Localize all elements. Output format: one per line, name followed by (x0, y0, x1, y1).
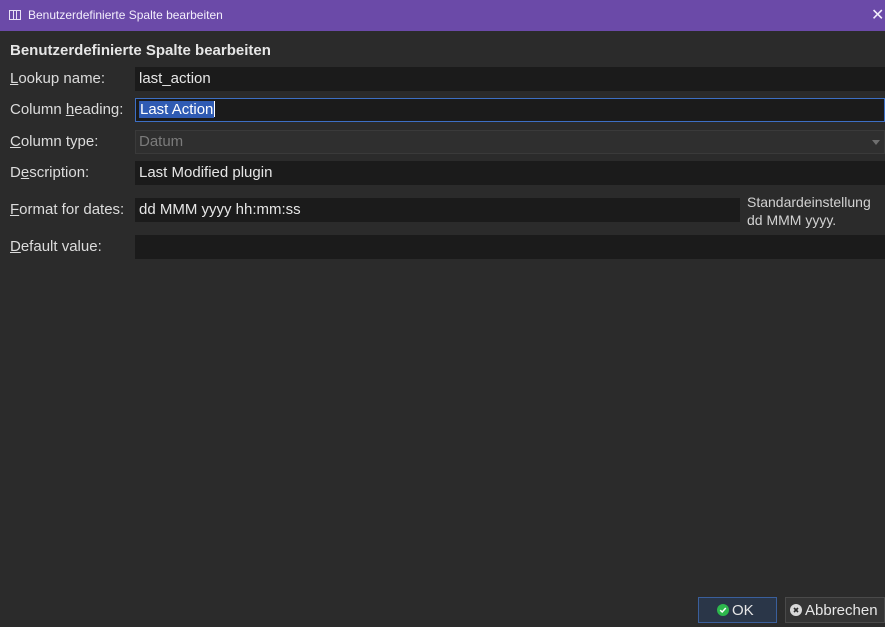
cancel-button-label: Abbrechen (805, 601, 878, 619)
column-type-select[interactable]: Datum (135, 130, 885, 154)
default-value-label: Default value: (10, 238, 102, 255)
column-heading-input[interactable]: Last Action (135, 98, 885, 122)
default-value-input[interactable] (135, 235, 885, 259)
chevron-down-icon (872, 140, 880, 145)
format-hint-line2: dd MMM yyyy. (747, 212, 837, 228)
format-hint: Standardeinstellung dd MMM yyyy. (747, 193, 871, 229)
close-button[interactable]: ✕ (871, 0, 885, 31)
lookup-name-label: Lookup name: (10, 70, 106, 87)
format-for-dates-value: dd MMM yyyy hh:mm:ss (139, 201, 301, 218)
window-title: Benutzerdefinierte Spalte bearbeiten (28, 8, 223, 22)
description-value: Last Modified plugin (139, 164, 273, 181)
description-input[interactable]: Last Modified plugin (135, 161, 885, 185)
cancel-button[interactable]: Abbrechen (785, 597, 885, 623)
dialog-heading: Benutzerdefinierte Spalte bearbeiten (10, 42, 271, 59)
format-for-dates-label: Format for dates: (10, 201, 125, 218)
text-caret (214, 101, 216, 117)
x-circle-icon (790, 604, 802, 616)
column-heading-label: Column heading: (10, 101, 124, 118)
description-label: Description: (10, 164, 90, 181)
edit-column-dialog: Benutzerdefinierte Spalte bearbeiten ✕ B… (0, 0, 885, 627)
format-for-dates-input[interactable]: dd MMM yyyy hh:mm:ss (135, 198, 740, 222)
format-hint-line1: Standardeinstellung (747, 194, 871, 210)
ok-button-label: OK (732, 601, 754, 619)
column-type-label: Column type: (10, 133, 99, 150)
title-bar: Benutzerdefinierte Spalte bearbeiten ✕ (0, 0, 885, 31)
check-circle-icon (717, 604, 729, 616)
lookup-name-input[interactable]: last_action (135, 67, 885, 91)
column-type-value: Datum (139, 133, 184, 150)
columns-icon (9, 10, 21, 20)
lookup-name-value: last_action (139, 70, 211, 87)
column-heading-selected-text: Last Action (139, 101, 215, 118)
ok-button[interactable]: OK (698, 597, 777, 623)
